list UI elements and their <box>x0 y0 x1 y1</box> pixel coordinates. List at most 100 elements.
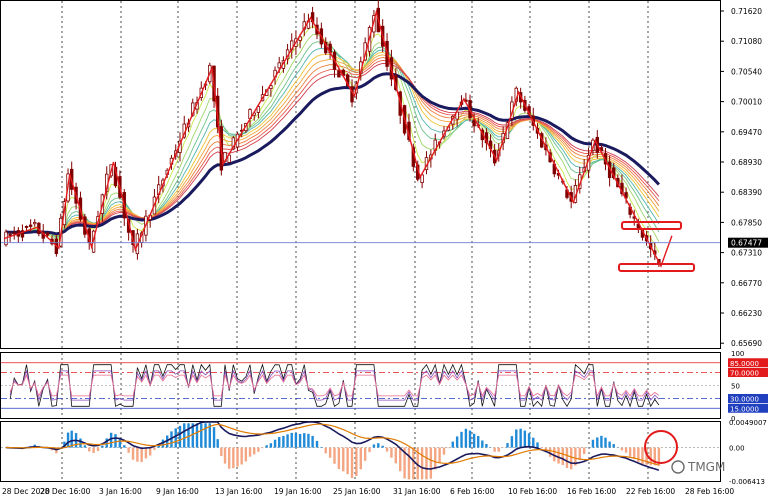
macd-bar <box>592 440 594 448</box>
macd-bar <box>519 429 521 448</box>
price-tick-label: 0.71080 <box>731 37 762 46</box>
macd-bar <box>232 448 234 469</box>
macd-bar <box>377 443 379 447</box>
macd-bar <box>217 439 219 447</box>
macd-bar <box>114 434 116 447</box>
macd-bar <box>240 448 242 465</box>
ma-ribbon <box>6 26 659 252</box>
macd-bar <box>425 448 427 480</box>
candle <box>311 7 314 28</box>
candle-body <box>338 71 341 77</box>
macd-bar <box>153 448 155 450</box>
time-label: 28 Feb 16:00 <box>685 487 734 496</box>
macd-bar <box>536 442 538 447</box>
time-label: 10 Feb 16:00 <box>508 487 557 496</box>
macd-bar <box>604 438 606 448</box>
macd-bar <box>557 448 559 464</box>
time-label: 13 Jan 16:00 <box>215 487 263 496</box>
macd-bar <box>299 434 301 448</box>
macd-bar <box>282 436 284 448</box>
price-tick-label: 0.68390 <box>731 188 762 197</box>
candle <box>17 227 20 242</box>
macd-bar <box>473 434 475 448</box>
macd-bar <box>469 431 471 448</box>
time-label: 19 Jan 16:00 <box>274 487 322 496</box>
macd-bar <box>641 448 643 464</box>
macd-bar <box>447 448 449 449</box>
macd-bar <box>511 436 513 447</box>
vertical-grid <box>62 1 648 481</box>
macd-bar <box>566 448 568 468</box>
macd-bar <box>110 433 112 448</box>
macd-bar <box>101 446 103 448</box>
macd-bar <box>261 448 263 449</box>
rsi-tag-label: 70.0000 <box>730 370 759 378</box>
rsi-tag-label: 30.0000 <box>730 396 759 404</box>
time-label: 28 Dec 16:00 <box>40 487 91 496</box>
macd-bar <box>412 448 414 480</box>
time-label: 16 Feb 16:00 <box>567 487 616 496</box>
macd-bar <box>342 448 344 472</box>
macd-bar <box>613 444 615 447</box>
macd-bar <box>67 433 69 448</box>
macd-bar <box>84 445 86 447</box>
candle-body <box>33 222 36 223</box>
macd-bar <box>236 448 238 467</box>
macd-bar <box>625 448 627 453</box>
macd-bar <box>213 427 215 447</box>
macd-bar <box>140 448 142 462</box>
macd-bar <box>316 441 318 448</box>
macd-bar <box>295 433 297 448</box>
macd-bar <box>291 433 293 448</box>
candle <box>333 49 336 77</box>
current-price-label: 0.67477 <box>731 239 762 248</box>
macd-bar <box>320 447 322 448</box>
macd-bar <box>286 434 288 447</box>
macd-highlight-circle <box>645 431 677 463</box>
price-tick-label: 0.70010 <box>731 98 762 107</box>
macd-axis: 0.00490070.00-0.006413 <box>729 419 767 486</box>
macd-bar <box>132 448 134 460</box>
macd-bar <box>524 431 526 448</box>
macd-bar <box>253 448 255 455</box>
macd-bar <box>456 436 458 447</box>
macd-bar <box>498 448 500 452</box>
macd-bar <box>224 448 226 464</box>
macd-bar <box>506 443 508 447</box>
macd-bar <box>325 448 327 454</box>
macd-bar <box>600 436 602 448</box>
rsi-tick-label: 100 <box>731 350 744 358</box>
price-tick-label: 0.70540 <box>731 67 762 76</box>
macd-bar <box>220 448 222 457</box>
tmgm-logo: TMGM <box>672 460 725 474</box>
macd-bar <box>528 433 530 447</box>
candle-body <box>29 225 32 226</box>
macd-bar <box>481 441 483 448</box>
macd-bar <box>338 448 340 469</box>
price-tick-label: 0.71620 <box>731 7 762 16</box>
macd-bar <box>364 448 366 461</box>
macd-bar <box>390 448 392 458</box>
time-label: 31 Jan 16:00 <box>393 487 441 496</box>
macd-bar <box>399 448 401 472</box>
macd-bar <box>541 448 543 449</box>
macd-bar <box>92 448 94 453</box>
price-tick-label: 0.67850 <box>731 218 762 227</box>
time-label: 6 Feb 16:00 <box>450 487 495 496</box>
price-tick-label: 0.66770 <box>731 279 762 288</box>
price-axis: 0.716200.710800.705400.700100.694700.689… <box>720 7 768 348</box>
macd-bar <box>179 426 181 448</box>
chart-window: 0.716200.710800.705400.700100.694700.689… <box>0 0 768 498</box>
macd-bar <box>351 448 353 479</box>
time-label: 25 Jan 16:00 <box>333 487 381 496</box>
macd-bar <box>204 423 206 447</box>
macd-bar <box>346 448 348 475</box>
chart-canvas: 0.716200.710800.705400.700100.694700.689… <box>0 0 768 498</box>
macd-bar <box>570 448 572 470</box>
macd-bar <box>515 429 517 447</box>
macd-tick-label: 0.0049007 <box>729 419 767 427</box>
macd-bar <box>408 448 410 480</box>
macd-main-line <box>6 422 659 470</box>
time-label: 3 Jan 16:00 <box>99 487 142 496</box>
macd-bar <box>438 448 440 463</box>
